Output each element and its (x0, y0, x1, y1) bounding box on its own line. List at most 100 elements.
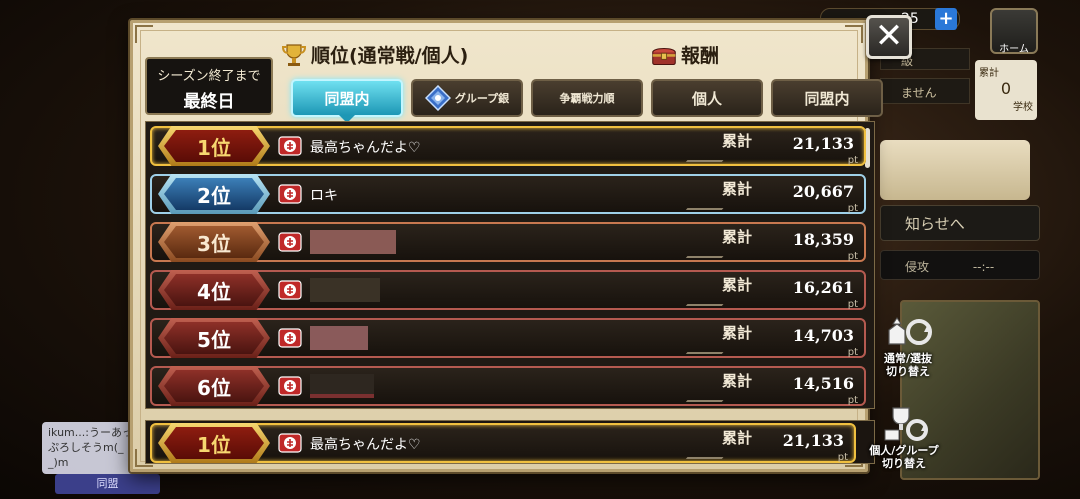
player-name: 最高ちゃんだよ♡ (310, 140, 421, 156)
pt-unit: pt (847, 395, 858, 406)
group-switch-button[interactable]: 個人/グループ 切り替え (868, 404, 940, 470)
score-value: 18,359 (792, 230, 854, 249)
total-label: 累計 (722, 132, 753, 150)
tab-alliance[interactable]: 同盟内 (291, 79, 403, 117)
rank-number: 6位 (197, 375, 231, 400)
tab-war-power[interactable]: 争覇戦力順 (531, 79, 643, 117)
rank-badge: 3位 (164, 226, 264, 258)
chat-tab-alliance[interactable]: 同盟 (55, 474, 160, 494)
season-countdown: シーズン終了まで 最終日 (145, 57, 273, 115)
score-value: 14,703 (792, 326, 854, 345)
rank-badge: 4位 (164, 274, 264, 306)
tab-group-silver[interactable]: グループ銀 (411, 79, 523, 117)
rank-number: 1位 (197, 432, 231, 457)
attack-label: 侵攻 (905, 260, 930, 274)
rank-number: 1位 (197, 135, 231, 160)
rank-number: 5位 (197, 327, 231, 352)
total-label: 累計 (722, 180, 753, 198)
season-label: シーズン終了まで (157, 69, 261, 84)
group-rank-icon (424, 85, 451, 111)
rank-card[interactable]: 累計 0 学校 (975, 60, 1037, 120)
redacted-name (310, 278, 380, 302)
rank-badge: 1位 (164, 130, 264, 162)
score-value: 20,667 (792, 182, 854, 201)
rank-badge: 2位 (164, 178, 264, 210)
frame-corner (135, 25, 153, 43)
ranking-title: 順位(通常戦/個人) (311, 45, 469, 67)
tab-label: 同盟内 (804, 89, 850, 108)
rank-badge: 1位 (164, 427, 264, 459)
redacted-name (310, 326, 368, 350)
ranking-row[interactable]: 1位 最高ちゃんだよ♡ 累計 21,133 pt (150, 126, 866, 166)
tab-label: グループ銀 (454, 92, 510, 105)
clan-emblem-icon (278, 136, 302, 156)
attack-value: --:-- (972, 260, 995, 274)
my-rank-row[interactable]: 1位 最高ちゃんだよ♡ 累計 21,133 pt (150, 423, 856, 463)
ranking-list[interactable]: 1位 最高ちゃんだよ♡ 累計 21,133 pt 2位 ロキ 累計 20,667… (145, 121, 875, 409)
clan-emblem-icon (278, 184, 302, 204)
clan-emblem-icon (278, 433, 302, 453)
my-rank-panel: 1位 最高ちゃんだよ♡ 累計 21,133 pt (145, 420, 875, 464)
info-bar: ません (880, 78, 970, 104)
reward-heading[interactable]: 報酬 (651, 41, 719, 68)
pt-unit: pt (847, 155, 858, 166)
pt-unit: pt (847, 347, 858, 358)
reward-title: 報酬 (681, 45, 720, 67)
mode-switch-label: 通常/選抜 切り替え (883, 352, 933, 378)
rank-badge: 6位 (164, 370, 264, 402)
clan-emblem-icon (278, 232, 302, 252)
close-button[interactable]: ✕ (866, 15, 912, 59)
rank-card-sub: 学校 (1013, 102, 1033, 113)
ranking-row[interactable]: 4位 累計 16,261 pt (150, 270, 866, 310)
ranking-row[interactable]: 5位 累計 14,703 pt (150, 318, 866, 358)
rank-card-value: 0 (1000, 79, 1012, 98)
ranking-tabs: 同盟内 グループ銀 争覇戦力順 個人 同盟内 (291, 79, 883, 117)
chat-preview[interactable]: ikum...:うーあっぷろしそうm(_ _)m (42, 422, 142, 474)
attack-status: 侵攻 --:-- (880, 250, 1040, 280)
ranking-row[interactable]: 2位 ロキ 累計 20,667 pt (150, 174, 866, 214)
player-name: ロキ (310, 188, 338, 204)
tab-individual[interactable]: 個人 (651, 79, 763, 117)
castle-switch-icon (888, 317, 932, 345)
ranking-row[interactable]: 6位 累計 14,516 pt (150, 366, 866, 406)
season-value: 最終日 (183, 92, 235, 112)
rank-number: 3位 (197, 231, 231, 256)
score-value: 21,133 (782, 431, 844, 450)
trophy-icon (281, 43, 307, 66)
pt-unit: pt (847, 251, 858, 262)
add-resource-button[interactable]: + (935, 8, 957, 30)
mode-switch-button[interactable]: 通常/選抜 切り替え (872, 312, 944, 378)
home-button[interactable]: ホーム (990, 8, 1038, 55)
tab-label: 個人 (691, 89, 722, 108)
clan-emblem-icon (278, 328, 302, 348)
tab-alliance-reward[interactable]: 同盟内 (771, 79, 883, 117)
clan-emblem-icon (278, 280, 302, 300)
clan-emblem-icon (278, 376, 302, 396)
total-label: 累計 (722, 429, 753, 447)
ranking-dialog: シーズン終了まで 最終日 順位(通常戦/個人) 報酬 同盟内 グループ銀 争覇戦… (130, 20, 883, 472)
chest-icon (652, 47, 676, 65)
total-label: 累計 (722, 276, 753, 294)
tab-label: 同盟内 (324, 89, 370, 108)
rank-number: 2位 (197, 183, 231, 208)
ranking-row[interactable]: 3位 累計 18,359 pt (150, 222, 866, 262)
rank-card-label: 累計 (979, 68, 999, 79)
redacted-name (310, 230, 396, 254)
notice-link[interactable]: 知らせへ (880, 205, 1040, 241)
pt-unit: pt (847, 299, 858, 310)
rank-badge: 5位 (164, 322, 264, 354)
frame-corner (845, 25, 863, 43)
score-value: 21,133 (792, 134, 854, 153)
group-switch-label: 個人/グループ 切り替え (869, 444, 939, 470)
tab-label: 争覇戦力順 (559, 92, 615, 105)
total-label: 累計 (722, 372, 753, 390)
total-label: 累計 (722, 228, 753, 246)
score-value: 16,261 (792, 278, 854, 297)
event-banner[interactable] (880, 140, 1030, 200)
rank-number: 4位 (197, 279, 231, 304)
player-name: 最高ちゃんだよ♡ (310, 437, 421, 453)
trophy-switch-icon (884, 407, 928, 441)
ranking-heading: 順位(通常戦/個人) (281, 41, 468, 68)
total-label: 累計 (722, 324, 753, 342)
pt-unit: pt (837, 452, 848, 463)
